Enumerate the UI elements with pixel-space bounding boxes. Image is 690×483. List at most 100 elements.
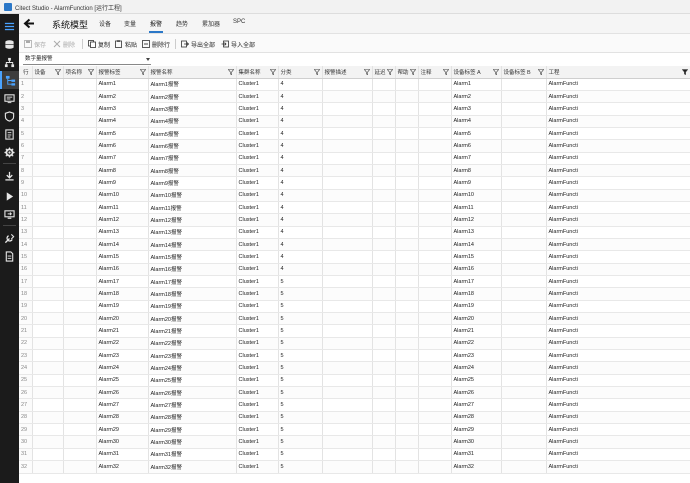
cell-equip-tag-b[interactable] <box>501 423 547 437</box>
cell-equip-tag-b[interactable] <box>501 337 547 351</box>
filter-icon[interactable] <box>442 69 449 75</box>
cell-cluster-name[interactable]: Cluster1 <box>236 324 279 338</box>
cell-delay[interactable] <box>372 213 396 227</box>
cell-alarm-tag[interactable]: Alarm4 <box>96 115 149 128</box>
cell-equip-tag-b[interactable] <box>501 349 547 363</box>
cell-delay[interactable] <box>372 374 396 388</box>
cell-alarm-desc[interactable] <box>322 139 373 153</box>
cell-project[interactable]: AlarmFuncti <box>546 361 690 375</box>
cell-help[interactable] <box>395 238 419 252</box>
cell-project[interactable]: AlarmFuncti <box>546 102 690 116</box>
cell-cluster-name[interactable]: Cluster1 <box>236 152 279 165</box>
cell-equip-tag-b[interactable] <box>501 386 547 400</box>
table-row[interactable]: 7 Alarm7 Alarm7报警 Cluster1 4 Alarm7 AlarmFunct… <box>19 152 690 165</box>
cell-device[interactable] <box>32 300 64 314</box>
system-model-icon[interactable] <box>0 71 19 89</box>
cell-alarm-name[interactable]: Alarm21报警 <box>148 324 237 338</box>
cell-device[interactable] <box>32 448 64 462</box>
cell-alarm-tag[interactable]: Alarm6 <box>96 139 149 153</box>
cell-device[interactable] <box>32 127 64 141</box>
table-row[interactable]: 1 Alarm1 Alarm1报警 Cluster1 4 Alarm1 AlarmFunct… <box>19 78 690 91</box>
cell-cluster-name[interactable]: Cluster1 <box>236 102 279 116</box>
cell-alarm-desc[interactable] <box>322 386 373 400</box>
cell-category[interactable]: 5 <box>278 386 323 400</box>
cell-item-name[interactable] <box>63 127 97 141</box>
filter-icon[interactable] <box>87 69 94 75</box>
cell-category[interactable]: 5 <box>278 337 323 351</box>
cell-equip-tag-b[interactable] <box>501 226 547 239</box>
cell-equip-tag-a[interactable]: Alarm8 <box>451 164 502 178</box>
column-header-alarm-desc[interactable]: 报警描述 <box>322 66 373 79</box>
cell-alarm-tag[interactable]: Alarm2 <box>96 90 149 104</box>
cell-project[interactable]: AlarmFuncti <box>546 287 690 301</box>
cell-delay[interactable] <box>372 127 396 141</box>
cell-help[interactable] <box>395 275 419 289</box>
cell-device[interactable] <box>32 287 64 301</box>
cell-equip-tag-b[interactable] <box>501 300 547 314</box>
cell-comment[interactable] <box>418 337 452 351</box>
table-row[interactable]: 11 Alarm11 Alarm11报警 Cluster1 4 Alarm11 AlarmF… <box>19 201 690 215</box>
table-row[interactable]: 29 Alarm29 Alarm29报警 Cluster1 5 Alarm29 AlarmF… <box>19 423 690 437</box>
cell-equip-tag-a[interactable]: Alarm22 <box>451 337 502 351</box>
document-icon[interactable] <box>0 247 19 265</box>
column-header-comment[interactable]: 注释 <box>418 66 452 79</box>
cell-alarm-tag[interactable]: Alarm24 <box>96 361 149 375</box>
cell-project[interactable]: AlarmFuncti <box>546 460 690 474</box>
cell-alarm-tag[interactable]: Alarm20 <box>96 312 149 326</box>
cell-category[interactable]: 5 <box>278 374 323 388</box>
cell-alarm-name[interactable]: Alarm12报警 <box>148 213 237 227</box>
cell-comment[interactable] <box>418 78 452 91</box>
cell-alarm-name[interactable]: Alarm9报警 <box>148 176 237 190</box>
cell-item-name[interactable] <box>63 102 97 116</box>
table-row[interactable]: 28 Alarm28 Alarm28报警 Cluster1 5 Alarm28 AlarmF… <box>19 411 690 425</box>
column-header-equip-tag-a[interactable]: 设备标签 A <box>451 66 502 79</box>
cell-device[interactable] <box>32 435 64 449</box>
cell-alarm-name[interactable]: Alarm30报警 <box>148 435 237 449</box>
settings-icon[interactable] <box>0 143 19 161</box>
cell-item-name[interactable] <box>63 361 97 375</box>
cell-item-name[interactable] <box>63 263 97 277</box>
cell-help[interactable] <box>395 435 419 449</box>
cell-device[interactable] <box>32 102 64 116</box>
cell-alarm-tag[interactable]: Alarm25 <box>96 374 149 388</box>
cell-delay[interactable] <box>372 164 396 178</box>
delete-button[interactable]: 删除 <box>53 39 75 49</box>
cell-comment[interactable] <box>418 435 452 449</box>
cell-comment[interactable] <box>418 90 452 104</box>
cell-delay[interactable] <box>372 337 396 351</box>
cell-equip-tag-b[interactable] <box>501 127 547 141</box>
cell-equip-tag-b[interactable] <box>501 275 547 289</box>
cell-item-name[interactable] <box>63 386 97 400</box>
cell-help[interactable] <box>395 374 419 388</box>
cell-equip-tag-a[interactable]: Alarm14 <box>451 238 502 252</box>
cell-equip-tag-a[interactable]: Alarm4 <box>451 115 502 128</box>
cell-alarm-tag[interactable]: Alarm15 <box>96 250 149 264</box>
cell-cluster-name[interactable]: Cluster1 <box>236 386 279 400</box>
cell-alarm-name[interactable]: Alarm3报警 <box>148 102 237 116</box>
cell-project[interactable]: AlarmFuncti <box>546 238 690 252</box>
cell-comment[interactable] <box>418 300 452 314</box>
cell-alarm-desc[interactable] <box>322 398 373 412</box>
cell-alarm-desc[interactable] <box>322 435 373 449</box>
cell-equip-tag-a[interactable]: Alarm11 <box>451 201 502 215</box>
cell-alarm-desc[interactable] <box>322 226 373 239</box>
cell-project[interactable]: AlarmFuncti <box>546 213 690 227</box>
column-header-device[interactable]: 设备 <box>32 66 64 79</box>
cell-category[interactable]: 4 <box>278 250 323 264</box>
cell-alarm-tag[interactable]: Alarm14 <box>96 238 149 252</box>
cell-equip-tag-b[interactable] <box>501 238 547 252</box>
cell-delay[interactable] <box>372 263 396 277</box>
cell-help[interactable] <box>395 287 419 301</box>
table-row[interactable]: 31 Alarm31 Alarm31报警 Cluster1 5 Alarm31 AlarmF… <box>19 448 690 462</box>
cell-delay[interactable] <box>372 398 396 412</box>
cell-category[interactable]: 4 <box>278 152 323 165</box>
cell-comment[interactable] <box>418 411 452 425</box>
filter-icon[interactable] <box>313 69 320 75</box>
cell-alarm-desc[interactable] <box>322 448 373 462</box>
cell-delay[interactable] <box>372 201 396 215</box>
column-header-item-name[interactable]: 项名称 <box>63 66 97 79</box>
cell-item-name[interactable] <box>63 238 97 252</box>
cell-project[interactable]: AlarmFuncti <box>546 226 690 239</box>
cell-device[interactable] <box>32 349 64 363</box>
cell-alarm-tag[interactable]: Alarm23 <box>96 349 149 363</box>
